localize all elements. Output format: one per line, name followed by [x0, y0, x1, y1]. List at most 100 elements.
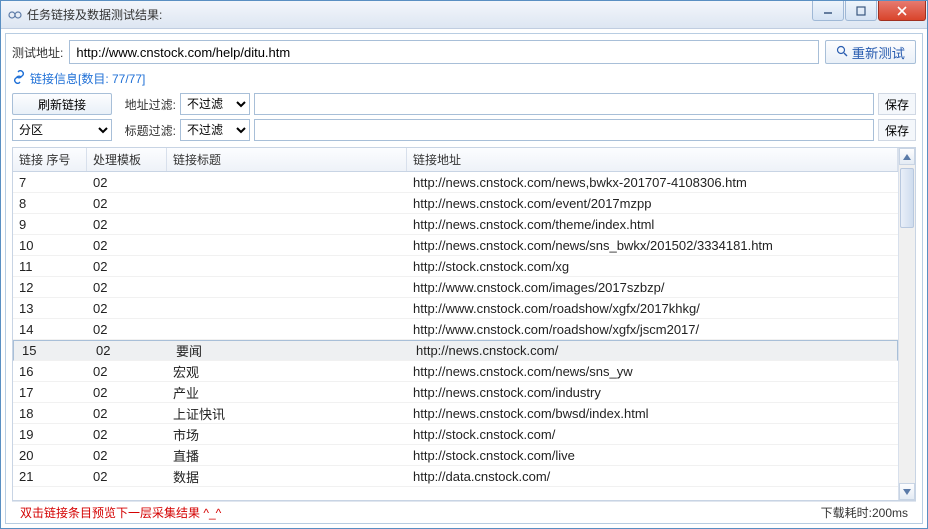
- col-seq[interactable]: 链接 序号: [13, 148, 87, 171]
- cell-tmpl: 02: [87, 427, 167, 442]
- col-tmpl[interactable]: 处理模板: [87, 148, 167, 171]
- cell-seq: 12: [13, 280, 87, 295]
- cell-seq: 21: [13, 469, 87, 484]
- cell-url: http://news.cnstock.com/news,bwkx-201707…: [407, 175, 898, 190]
- app-icon: [7, 7, 23, 23]
- addr-save-button[interactable]: 保存: [878, 93, 916, 115]
- cell-tmpl: 02: [87, 175, 167, 190]
- cell-url: http://data.cnstock.com/: [407, 469, 898, 484]
- table-row[interactable]: 1102http://stock.cnstock.com/xg: [13, 256, 898, 277]
- addr-filter-select[interactable]: 不过滤: [180, 93, 250, 115]
- cell-tmpl: 02: [87, 196, 167, 211]
- table-row[interactable]: 1202 http://www.cnstock.com/images/2017sz…: [13, 277, 898, 298]
- table-row[interactable]: 702 http://news.cnstock.com/news,bwkx-201…: [13, 172, 898, 193]
- cell-seq: 20: [13, 448, 87, 463]
- test-url-label: 测试地址:: [12, 44, 63, 61]
- link-info-text: 链接信息[数目: 77/77]: [30, 70, 145, 87]
- refresh-links-button[interactable]: 刷新链接: [12, 93, 112, 115]
- cell-title: 产业: [167, 383, 407, 402]
- table-row[interactable]: 1402http://www.cnstock.com/roadshow/xgfx…: [13, 319, 898, 340]
- window-buttons: [812, 1, 927, 28]
- cell-url: http://news.cnstock.com/: [410, 343, 895, 358]
- cell-title: 宏观: [167, 362, 407, 381]
- title-filter-label: 标题过滤:: [116, 122, 176, 139]
- download-time: 下载耗时:200ms: [821, 504, 908, 521]
- cell-seq: 15: [16, 343, 90, 358]
- cell-url: http://news.cnstock.com/bwsd/index.html: [407, 406, 898, 421]
- col-url[interactable]: 链接地址: [407, 148, 898, 171]
- table-row[interactable]: 1902市场http://stock.cnstock.com/: [13, 424, 898, 445]
- cell-url: http://www.cnstock.com/images/2017szbzp/: [407, 280, 898, 295]
- table-row[interactable]: 1802上证快讯http://news.cnstock.com/bwsd/ind…: [13, 403, 898, 424]
- cell-url: http://news.cnstock.com/event/2017mzpp: [407, 196, 898, 211]
- cell-url: http://stock.cnstock.com/xg: [407, 259, 898, 274]
- maximize-button[interactable]: [845, 1, 877, 21]
- content-area: 测试地址: 重新测试 链接信息[数目: 77/77] 刷新链接 地址过滤: 不过…: [1, 29, 927, 528]
- cell-tmpl: 02: [87, 364, 167, 379]
- cell-tmpl: 02: [90, 343, 170, 358]
- cell-title: 上证快讯: [167, 404, 407, 423]
- cell-tmpl: 02: [87, 280, 167, 295]
- cell-seq: 10: [13, 238, 87, 253]
- cell-tmpl: 02: [87, 217, 167, 232]
- scroll-down-button[interactable]: [899, 483, 915, 500]
- cell-tmpl: 02: [87, 469, 167, 484]
- cell-seq: 19: [13, 427, 87, 442]
- cell-seq: 13: [13, 301, 87, 316]
- footer: 双击链接条目预览下一层采集结果 ^_^ 下载耗时:200ms: [12, 501, 916, 523]
- table-row[interactable]: 1602宏观http://news.cnstock.com/news/sns_y…: [13, 361, 898, 382]
- cell-tmpl: 02: [87, 448, 167, 463]
- filter-row-2: 分区 标题过滤: 不过滤 保存: [12, 119, 916, 141]
- minimize-button[interactable]: [812, 1, 844, 21]
- title-save-button[interactable]: 保存: [878, 119, 916, 141]
- addr-filter-label: 地址过滤:: [116, 96, 176, 113]
- cell-tmpl: 02: [87, 385, 167, 400]
- close-button[interactable]: [878, 1, 926, 21]
- cell-url: http://news.cnstock.com/theme/index.html: [407, 217, 898, 232]
- cell-seq: 7: [13, 175, 87, 190]
- app-window: 任务链接及数据测试结果: 测试地址: 重新测试 链接信息[数目: 77/77]: [0, 0, 928, 529]
- cell-title: 要闻: [170, 341, 410, 360]
- table-row[interactable]: 902 http://news.cnstock.com/theme/index.h…: [13, 214, 898, 235]
- cell-seq: 9: [13, 217, 87, 232]
- cell-seq: 16: [13, 364, 87, 379]
- cell-url: http://news.cnstock.com/news/sns_bwkx/20…: [407, 238, 898, 253]
- table-row[interactable]: 1002 http://news.cnstock.com/news/sns_bwk…: [13, 235, 898, 256]
- table-row[interactable]: 1302http://www.cnstock.com/roadshow/xgfx…: [13, 298, 898, 319]
- table-row[interactable]: 802 http://news.cnstock.com/event/2017mzp…: [13, 193, 898, 214]
- link-icon: [12, 70, 26, 87]
- footer-hint: 双击链接条目预览下一层采集结果 ^_^: [20, 504, 821, 521]
- test-url-input[interactable]: [69, 40, 818, 64]
- table-header: 链接 序号 处理模板 链接标题 链接地址: [13, 148, 898, 172]
- cell-url: http://stock.cnstock.com/live: [407, 448, 898, 463]
- cell-title: 市场: [167, 425, 407, 444]
- retest-button[interactable]: 重新测试: [825, 40, 916, 64]
- table-body: 702http://news.cnstock.com/news,bwkx-201…: [13, 172, 898, 500]
- cell-title: 数据: [167, 467, 407, 486]
- scroll-thumb[interactable]: [900, 168, 914, 228]
- scroll-up-button[interactable]: [899, 148, 915, 165]
- cell-seq: 17: [13, 385, 87, 400]
- title-filter-input[interactable]: [254, 119, 874, 141]
- cell-tmpl: 02: [87, 301, 167, 316]
- url-row: 测试地址: 重新测试: [12, 40, 916, 64]
- link-info[interactable]: 链接信息[数目: 77/77]: [12, 70, 916, 87]
- cell-seq: 8: [13, 196, 87, 211]
- cell-url: http://stock.cnstock.com/: [407, 427, 898, 442]
- partition-select[interactable]: 分区: [12, 119, 112, 141]
- cell-tmpl: 02: [87, 259, 167, 274]
- links-table: 链接 序号 处理模板 链接标题 链接地址 702http://news.cnst…: [12, 147, 916, 501]
- addr-filter-input[interactable]: [254, 93, 874, 115]
- table-row[interactable]: 2102数据http://data.cnstock.com/: [13, 466, 898, 487]
- table-row[interactable]: 1702产业http://news.cnstock.com/industry: [13, 382, 898, 403]
- table-row[interactable]: 2002直播http://stock.cnstock.com/live: [13, 445, 898, 466]
- cell-tmpl: 02: [87, 238, 167, 253]
- col-title[interactable]: 链接标题: [167, 148, 407, 171]
- table-row[interactable]: 1502要闻http://news.cnstock.com/: [13, 340, 898, 361]
- cell-url: http://news.cnstock.com/news/sns_yw: [407, 364, 898, 379]
- vertical-scrollbar[interactable]: [898, 148, 915, 500]
- retest-label: 重新测试: [852, 43, 905, 62]
- titlebar[interactable]: 任务链接及数据测试结果:: [1, 1, 927, 29]
- title-filter-select[interactable]: 不过滤: [180, 119, 250, 141]
- window-title: 任务链接及数据测试结果:: [27, 6, 812, 23]
